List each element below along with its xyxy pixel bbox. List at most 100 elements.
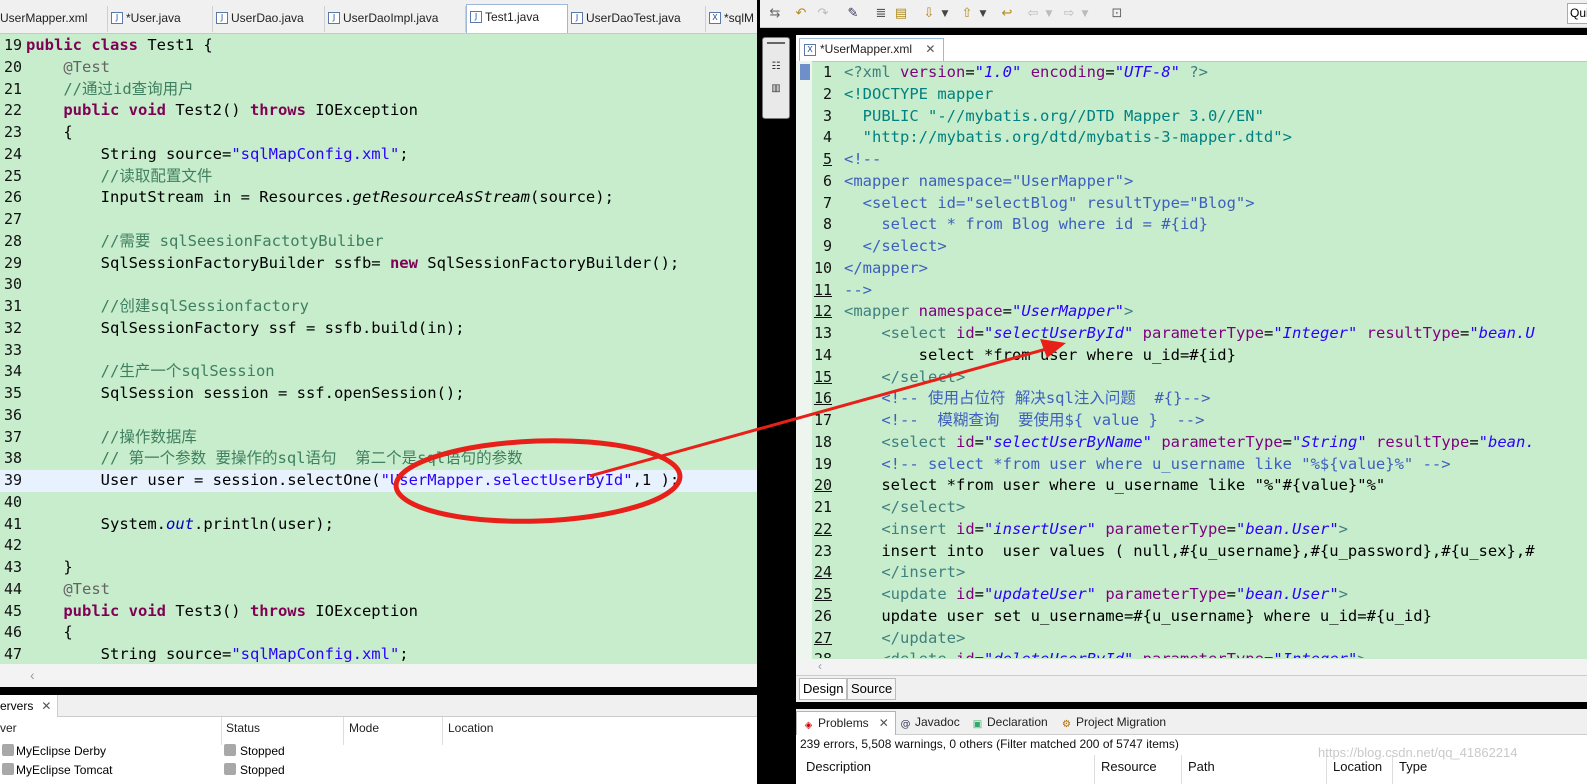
code-line[interactable]: 33 [0,340,757,362]
scroll-left-icon[interactable]: ‹ [818,659,822,673]
editor-tab[interactable]: X *sqlM [706,6,757,32]
tab-declaration[interactable]: ▣ Declaration [972,711,1048,735]
code-line[interactable]: 46 { [0,622,757,644]
code-line[interactable]: 30 [0,274,757,296]
column-header-path[interactable]: Path [1188,759,1215,774]
last-edit-icon[interactable]: ↩ [998,5,1016,23]
editor-tab[interactable]: J UserDao.java [213,6,325,32]
code-line[interactable]: 47 String source="sqlMapConfig.xml"; [0,644,757,663]
code-line[interactable]: 17 <!-- 模糊查询 要使用${ value } --> [796,410,1587,432]
code-line[interactable]: 27 [0,209,757,231]
code-line[interactable]: 11 --> [796,280,1587,302]
code-line[interactable]: 41 System.out.println(user); [0,514,757,536]
code-line[interactable]: 22 public void Test2() throws IOExceptio… [0,100,757,122]
code-line[interactable]: 21 //通过id查询用户 [0,79,757,101]
outline-icon[interactable]: ☷ [769,60,783,74]
code-line[interactable]: 7 <select id="selectBlog" resultType="Bl… [796,193,1587,215]
code-line[interactable]: 44 @Test [0,579,757,601]
code-line[interactable]: 39 User user = session.selectOne("UserMa… [0,470,757,492]
toolbar-button-icon[interactable]: ⇆ [766,5,784,23]
code-line[interactable]: 14 select *from user where u_id=#{id} [796,345,1587,367]
server-row-tomcat[interactable]: MyEclipse Tomcat Stopped [0,761,757,781]
editor-tab[interactable]: J UserDaoImpl.java [325,6,466,32]
code-line[interactable]: 20 select *from user where u_username li… [796,475,1587,497]
code-line[interactable]: 35 SqlSession session = ssf.openSession(… [0,383,757,405]
code-line[interactable]: 23 { [0,122,757,144]
code-line[interactable]: 4 "http://mybatis.org/dtd/mybatis-3-mapp… [796,127,1587,149]
code-line[interactable]: 38 // 第一个参数 要操作的sql语句 第二个是sql语句的参数 [0,448,757,470]
code-line[interactable]: 20 @Test [0,57,757,79]
open-perspective-icon[interactable]: ⊡ [1108,5,1126,23]
properties-icon[interactable]: ▥ [769,82,783,96]
code-line[interactable]: 26 InputStream in = Resources.getResourc… [0,187,757,209]
column-header-description[interactable]: Description [806,759,871,774]
horizontal-scrollbar[interactable]: ‹ [796,659,1587,675]
code-line[interactable]: 37 //操作数据库 [0,427,757,449]
undo-icon[interactable]: ↶ [792,5,810,23]
column-header-status[interactable]: Status [226,721,260,735]
xml-code-area[interactable]: 1 <?xml version="1.0" encoding="UTF-8" ?>… [796,62,1587,658]
tab-design[interactable]: Design [799,678,848,700]
code-line[interactable]: 25 //读取配置文件 [0,166,757,188]
code-line[interactable]: 23 insert into user values ( null,#{u_us… [796,541,1587,563]
code-line[interactable]: 31 //创建sqlSessionfactory [0,296,757,318]
close-icon[interactable]: ✕ [925,42,935,56]
tab-problems[interactable]: ◈ Problems ✕ [796,711,896,735]
code-line[interactable]: 25 <update id="updateUser" parameterType… [796,584,1587,606]
code-line[interactable]: 19 public class Test1 { [0,35,757,57]
code-line[interactable]: 32 SqlSessionFactory ssf = ssfb.build(in… [0,318,757,340]
close-icon[interactable]: ✕ [879,716,889,730]
chevron-down-icon[interactable]: ▼ [974,5,992,23]
chevron-down-icon[interactable]: ▼ [936,5,954,23]
editor-tab[interactable]: XUserMapper.xml [0,6,108,32]
chevron-down-icon[interactable]: ▼ [1040,5,1058,23]
code-line[interactable]: 3 PUBLIC "-//mybatis.org//DTD Mapper 3.0… [796,106,1587,128]
code-line[interactable]: 16 <!-- 使用占位符 解决sql注入问题 #{}--> [796,388,1587,410]
code-line[interactable]: 42 [0,535,757,557]
code-line[interactable]: 45 public void Test3() throws IOExceptio… [0,601,757,623]
code-line[interactable]: 19 <!-- select *from user where u_userna… [796,454,1587,476]
code-line[interactable]: 27 </update> [796,628,1587,650]
code-line[interactable]: 28 //需要 sqlSeesionFactotyBuliber [0,231,757,253]
scroll-left-icon[interactable]: ‹ [30,667,35,683]
code-line[interactable]: 21 </select> [796,497,1587,519]
quick-access-input[interactable]: Qui [1567,3,1587,24]
code-line[interactable]: 26 update user set u_username=#{u_userna… [796,606,1587,628]
editor-tab[interactable]: J Test1.java [466,4,568,33]
editor-tab[interactable]: J *User.java [108,6,213,32]
code-line[interactable]: 28 <delete id="deleteUserById" parameter… [796,649,1587,658]
column-header-server[interactable]: ver [0,721,17,735]
code-line[interactable]: 34 //生产一个sqlSession [0,361,757,383]
column-header-location[interactable]: Location [448,721,493,735]
tab-usermapper-xml[interactable]: X *UserMapper.xml ✕ [799,38,945,61]
server-row-derby[interactable]: MyEclipse Derby Stopped [0,742,757,762]
code-line[interactable]: 1 <?xml version="1.0" encoding="UTF-8" ?> [796,62,1587,84]
code-line[interactable]: 12 <mapper namespace="UserMapper"> [796,301,1587,323]
editor-tab[interactable]: J UserDaoTest.java [568,6,706,32]
code-line[interactable]: 2 <!DOCTYPE mapper [796,84,1587,106]
code-line[interactable]: 8 select * from Blog where id = #{id} [796,214,1587,236]
column-header-resource[interactable]: Resource [1101,759,1157,774]
horizontal-scrollbar[interactable]: ‹ [0,663,757,687]
code-line[interactable]: 36 [0,405,757,427]
code-line[interactable]: 40 [0,492,757,514]
code-line[interactable]: 9 </select> [796,236,1587,258]
code-line[interactable]: 43 } [0,557,757,579]
redo-icon[interactable]: ↷ [814,5,832,23]
column-header-location[interactable]: Location [1333,759,1382,774]
column-header-mode[interactable]: Mode [349,721,379,735]
code-line[interactable]: 15 </select> [796,367,1587,389]
column-header-type[interactable]: Type [1399,759,1427,774]
code-line[interactable]: 10 </mapper> [796,258,1587,280]
bookmark-icon[interactable]: ▤ [892,5,910,23]
code-line[interactable]: 22 <insert id="insertUser" parameterType… [796,519,1587,541]
code-line[interactable]: 6 <mapper namespace="UserMapper"> [796,171,1587,193]
tab-project-migration[interactable]: ⚙ Project Migration [1061,711,1166,735]
code-line[interactable]: 29 SqlSessionFactoryBuilder ssfb= new Sq… [0,253,757,275]
format-icon[interactable]: ≣ [872,5,890,23]
pin-icon[interactable]: ✎ [844,5,862,23]
close-icon[interactable]: ✕ [41,699,51,713]
restore-icon[interactable] [767,42,785,50]
code-line[interactable]: 24 String source="sqlMapConfig.xml"; [0,144,757,166]
java-code-area[interactable]: 19 public class Test1 {20 @Test 21 //通过id查… [0,35,757,663]
